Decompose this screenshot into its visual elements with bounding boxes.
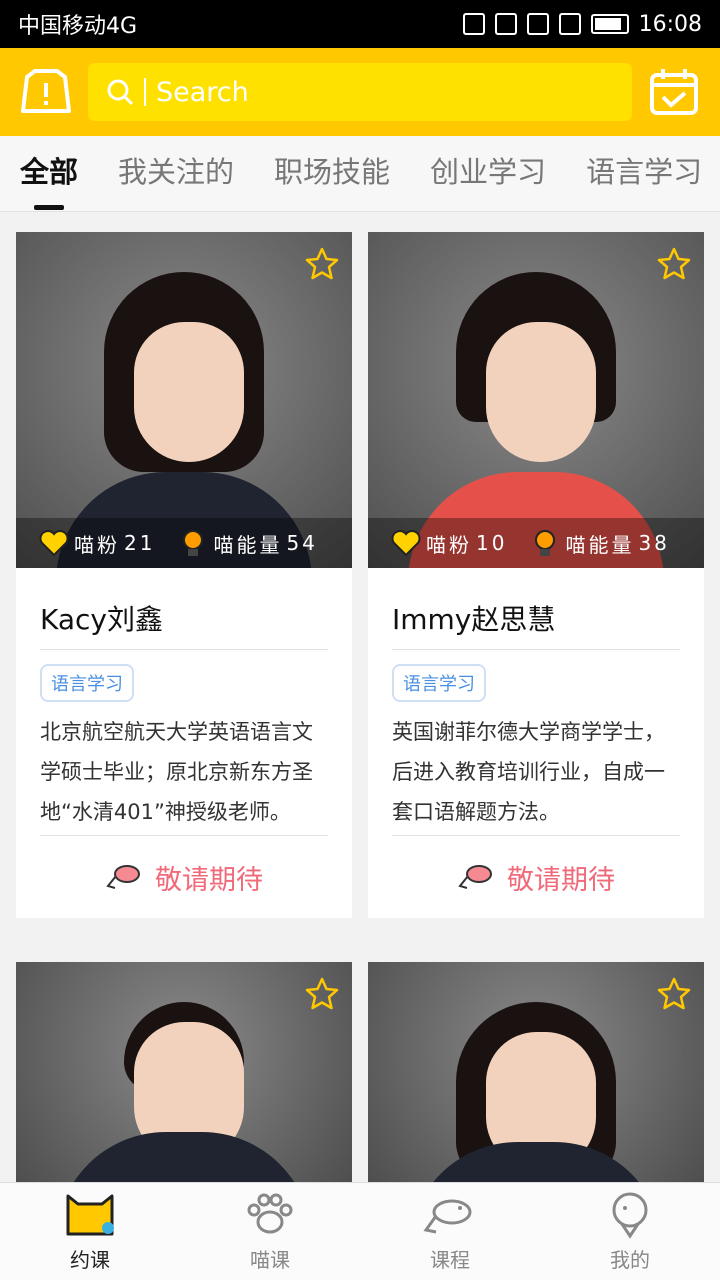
favorite-star-icon[interactable]	[656, 976, 692, 1012]
fans-label: 喵粉	[426, 532, 472, 557]
favorite-star-icon[interactable]	[304, 976, 340, 1012]
bottom-nav: 约课 喵课 课程 我的	[0, 1182, 720, 1280]
heart-icon	[391, 530, 421, 557]
teacher-photo	[368, 962, 704, 1182]
battery-icon	[590, 14, 629, 34]
search-placeholder: Search	[156, 76, 249, 108]
vibrate-icon	[462, 13, 485, 35]
carrier-label: 中国移动4G	[18, 14, 138, 39]
fish-icon	[458, 865, 492, 889]
teacher-description: 北京航空航天大学英语语言文学硕士毕业；原北京新东方圣地“水清401”神授级老师。	[40, 712, 328, 836]
paw-icon	[247, 1193, 293, 1234]
cta-label: 敬请期待	[155, 864, 263, 896]
fans-count: 10	[476, 531, 508, 555]
teacher-description: 英国谢菲尔德大学商学学士，后进入教育培训行业，自成一套口语解题方法。	[392, 712, 680, 836]
energy-label: 喵能量	[213, 532, 283, 557]
energy-label: 喵能量	[565, 532, 635, 557]
teacher-photo	[16, 962, 352, 1182]
favorite-star-icon[interactable]	[304, 246, 340, 282]
energy-count: 38	[638, 531, 670, 555]
bulb-icon	[183, 530, 204, 556]
teacher-photo: 喵粉 10 喵能量 38	[368, 232, 704, 568]
nav-label: 喵课	[250, 1248, 290, 1272]
teacher-name: Kacy刘鑫	[40, 568, 328, 650]
wifi-icon	[526, 13, 549, 35]
app-header: Search	[0, 48, 720, 136]
nav-label: 我的	[610, 1248, 650, 1272]
nav-item-booking[interactable]: 约课	[0, 1183, 180, 1280]
fish-outline-icon	[423, 1199, 472, 1234]
bulb-icon	[535, 530, 556, 556]
tab-all[interactable]: 全部	[0, 136, 98, 212]
stats-overlay: 喵粉 10 喵能量 38	[368, 518, 704, 568]
fans-label: 喵粉	[74, 532, 120, 557]
stats-overlay: 喵粉 21 喵能量 54	[16, 518, 352, 568]
energy-count: 54	[286, 531, 318, 555]
hd-icon	[494, 13, 517, 35]
cat-bag-icon	[66, 1194, 114, 1236]
status-icons: 16:08	[462, 11, 702, 37]
nav-item-profile[interactable]: 我的	[540, 1183, 720, 1280]
favorite-star-icon[interactable]	[656, 246, 692, 282]
category-tag[interactable]: 语言学习	[40, 664, 134, 702]
teacher-card[interactable]: 喵粉 21 喵能量 54 Kacy刘鑫 语言学习 北京航空航天大学英语语言文学硕…	[16, 232, 352, 918]
coming-soon-button[interactable]: 敬请期待	[40, 836, 328, 918]
tab-career-skills[interactable]: 职场技能	[254, 136, 410, 212]
nav-label: 课程	[430, 1248, 470, 1272]
nav-item-courses[interactable]: 课程	[360, 1183, 540, 1280]
coming-soon-button[interactable]: 敬请期待	[392, 836, 680, 918]
teacher-name: Immy赵思慧	[392, 568, 680, 650]
fans-count: 21	[124, 531, 156, 555]
signal-icon	[558, 13, 581, 35]
cta-label: 敬请期待	[507, 864, 615, 896]
calendar-check-icon[interactable]	[646, 64, 702, 120]
teacher-card[interactable]	[16, 962, 352, 1182]
heart-icon	[39, 530, 69, 557]
nav-item-meow-class[interactable]: 喵课	[180, 1183, 360, 1280]
search-icon	[107, 79, 134, 106]
teacher-card[interactable]: 喵粉 10 喵能量 38 Immy赵思慧 语言学习 英国谢菲尔德大学商学学士，后…	[368, 232, 704, 918]
cursor-divider	[144, 78, 146, 106]
status-bar: 中国移动4G 16:08	[0, 0, 720, 48]
tab-following[interactable]: 我关注的	[98, 136, 254, 212]
teacher-card[interactable]	[368, 962, 704, 1182]
tab-startup[interactable]: 创业学习	[410, 136, 566, 212]
tab-language[interactable]: 语言学习	[566, 136, 720, 212]
category-tag[interactable]: 语言学习	[392, 664, 486, 702]
category-tabs: 全部 我关注的 职场技能 创业学习 语言学习	[0, 136, 720, 212]
clock: 16:08	[638, 11, 702, 37]
bag-alert-icon[interactable]	[18, 64, 74, 120]
search-bar[interactable]: Search	[88, 63, 632, 121]
nav-label: 约课	[70, 1248, 110, 1272]
teacher-photo: 喵粉 21 喵能量 54	[16, 232, 352, 568]
profile-icon	[612, 1192, 648, 1239]
fish-icon	[106, 865, 140, 889]
